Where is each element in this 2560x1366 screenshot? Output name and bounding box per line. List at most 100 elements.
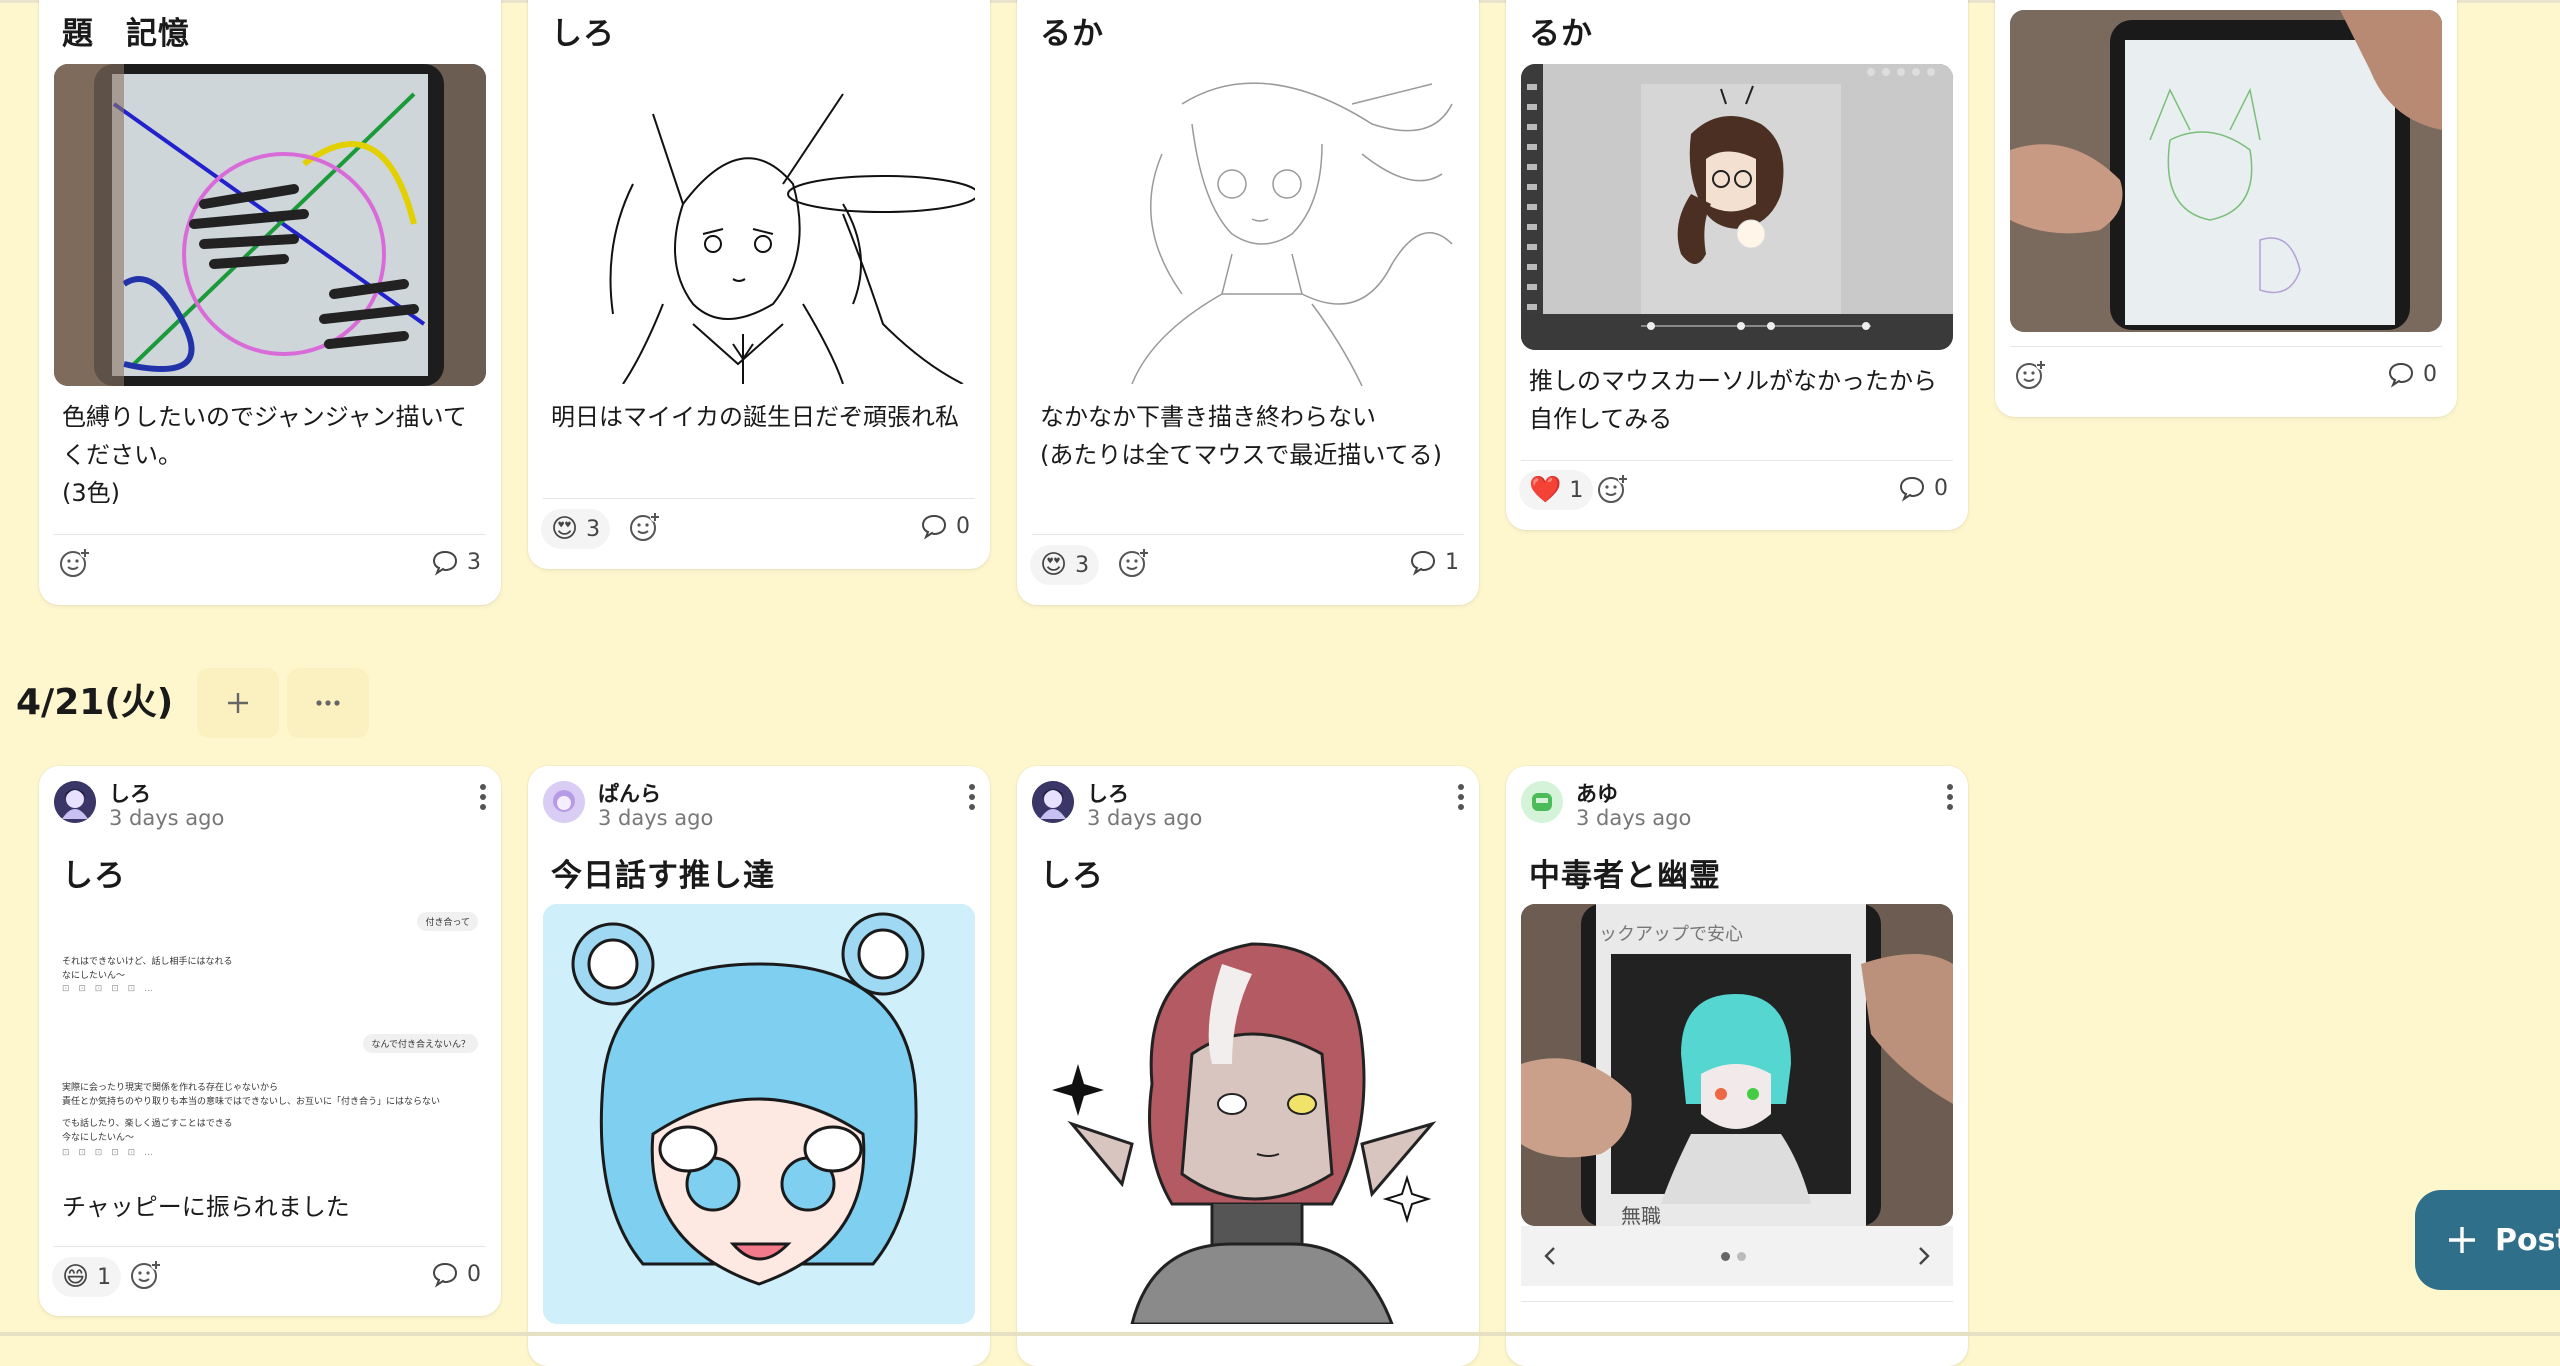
chevron-left-icon[interactable] (1539, 1244, 1563, 1268)
reaction-count: 1 (1569, 477, 1584, 503)
divider (54, 1246, 486, 1247)
post-card[interactable]: しろ 3 days ago しろ (1017, 766, 1479, 1366)
reaction-chip[interactable]: 😄 1 (52, 1257, 122, 1297)
comments-count[interactable]: 0 (1898, 474, 1948, 502)
add-reaction-icon[interactable] (58, 546, 92, 580)
reaction-chip[interactable]: 😍 3 (1030, 545, 1100, 585)
author-name[interactable]: しろ (1087, 778, 1129, 808)
chevron-right-icon[interactable] (1911, 1244, 1935, 1268)
post-title: 今日話す推し達 (551, 858, 775, 894)
post-button-label: Post (2495, 1222, 2560, 1258)
comments-number: 0 (2423, 361, 2437, 387)
post-time: 3 days ago (1087, 806, 1203, 830)
chat-message: それはできないけど、話し相手にはなれる (62, 957, 233, 967)
avatar[interactable] (1521, 781, 1563, 823)
chat-bubble: なんで付き合えないん？ (363, 1034, 478, 1053)
chat-message: 実際に会ったり現実で関係を作れる存在じゃないから (62, 1083, 279, 1093)
post-card[interactable]: るか なかなか下書き描き終わらない (あたりは全てマウスで最近描いてる) 😍 3… (1017, 0, 1479, 605)
post-title: しろ (1040, 858, 1104, 894)
chat-message: 責任とか気持ちのやり取りも本当の意味ではできないし、お互いに「付き合う」にはなら… (62, 1097, 441, 1107)
add-reaction-icon[interactable] (628, 510, 662, 544)
post-image[interactable]: ックアップで安心 無職 (1521, 904, 1953, 1226)
author-name[interactable]: あゆ (1576, 778, 1618, 808)
comment-icon (1410, 550, 1436, 576)
plus-icon (228, 693, 249, 713)
post-title: るか (1529, 16, 1593, 52)
post-image[interactable]: 付き合って それはできないけど、話し相手にはなれる なにしたいん～ ⊡ ⊡ ⊡ … (54, 904, 486, 1226)
post-menu-icon[interactable] (966, 784, 978, 810)
carousel-controls (1521, 1226, 1953, 1286)
photo-caption: ックアップで安心 (1599, 924, 1743, 945)
post-card[interactable]: ぱんら 3 days ago 今日話す推し達 (528, 766, 990, 1366)
avatar[interactable] (54, 781, 96, 823)
reaction-chip[interactable]: 😍 3 (541, 509, 611, 549)
add-reaction-icon[interactable] (1596, 472, 1630, 506)
post-time: 3 days ago (109, 806, 225, 830)
post-card[interactable]: しろ 明日はマイイカの誕生日だぞ頑張れ私 😍 3 0 (528, 0, 990, 569)
add-reaction-icon[interactable] (1117, 546, 1151, 580)
reaction-emoji: 😄 (62, 1262, 90, 1292)
post-image[interactable] (543, 904, 975, 1324)
chat-message: でも話したり、楽しく過ごすことはできる (62, 1119, 233, 1129)
divider (2010, 346, 2442, 347)
carousel-dot[interactable] (1737, 1252, 1746, 1261)
post-card[interactable]: 0 (1995, 0, 2457, 417)
comment-icon (432, 1262, 458, 1288)
post-text: なかなか下書き描き終わらない (あたりは全てマウスで最近描いてる) (1040, 403, 1443, 469)
avatar[interactable] (1032, 781, 1074, 823)
reaction-count: 3 (1075, 552, 1090, 578)
post-card[interactable]: るか 推しのマウスカーソルがなかったから自作してみる ❤️ 1 0 (1506, 0, 1968, 530)
post-card[interactable]: 題 記憶 色縛りしたいのでジャンジャン描いてください。 (3色) 3 (39, 0, 501, 605)
add-post-button[interactable] (197, 668, 280, 738)
post-image[interactable] (1521, 64, 1953, 350)
add-reaction-icon[interactable] (129, 1258, 163, 1292)
comments-count[interactable]: 3 (431, 548, 481, 576)
post-card[interactable]: あゆ 3 days ago 中毒者と幽霊 ックアップで安心 無職 (1506, 766, 1968, 1366)
reaction-count: 3 (586, 516, 601, 542)
chat-message: なにしたいん～ (62, 971, 126, 981)
comment-icon (921, 514, 947, 540)
divider (1521, 460, 1953, 461)
post-title: しろ (551, 16, 615, 52)
post-image[interactable] (1032, 904, 1464, 1324)
post-text: 明日はマイイカの誕生日だぞ頑張れ私 (551, 403, 959, 431)
reaction-chip[interactable]: ❤️ 1 (1519, 470, 1594, 510)
post-image[interactable] (1032, 64, 1464, 386)
carousel-dot-active[interactable] (1721, 1252, 1730, 1261)
post-menu-icon[interactable] (1944, 784, 1956, 810)
post-time: 3 days ago (1576, 806, 1692, 830)
comment-icon (432, 550, 458, 576)
post-image[interactable] (543, 64, 975, 384)
reaction-emoji: 😍 (1040, 550, 1068, 580)
post-text: チャッピーに振られました (62, 1193, 350, 1221)
post-card[interactable]: しろ 3 days ago しろ 付き合って それはできないけど、話し相手にはな… (39, 766, 501, 1316)
divider (54, 534, 486, 535)
author-name[interactable]: ぱんら (598, 778, 661, 808)
author-name[interactable]: しろ (109, 778, 151, 808)
comment-icon (2388, 362, 2414, 388)
avatar[interactable] (543, 781, 585, 823)
comments-count[interactable]: 0 (431, 1260, 481, 1288)
add-reaction-icon[interactable] (2014, 358, 2048, 392)
comments-number: 1 (1445, 549, 1459, 575)
divider (1521, 1301, 1953, 1302)
ellipsis-icon (316, 700, 340, 706)
post-text: 色縛りしたいのでジャンジャン描いてください。 (3色) (62, 403, 467, 507)
section-menu-button[interactable] (287, 668, 370, 738)
plus-icon (2449, 1227, 2475, 1253)
post-title: 題 記憶 (62, 16, 190, 52)
post-title: しろ (62, 858, 126, 894)
post-button[interactable]: Post (2415, 1190, 2560, 1290)
comments-count[interactable]: 1 (1409, 548, 1459, 576)
post-image[interactable] (54, 64, 486, 386)
post-menu-icon[interactable] (477, 784, 489, 810)
photo-footer: 無職 (1621, 1204, 1661, 1226)
comments-count[interactable]: 0 (920, 512, 970, 540)
reaction-count: 1 (97, 1264, 112, 1290)
post-time: 3 days ago (598, 806, 714, 830)
comments-number: 3 (467, 549, 481, 575)
reaction-emoji: ❤️ (1529, 475, 1562, 505)
post-image[interactable] (2010, 10, 2442, 332)
comments-count[interactable]: 0 (2387, 360, 2437, 388)
post-menu-icon[interactable] (1455, 784, 1467, 810)
